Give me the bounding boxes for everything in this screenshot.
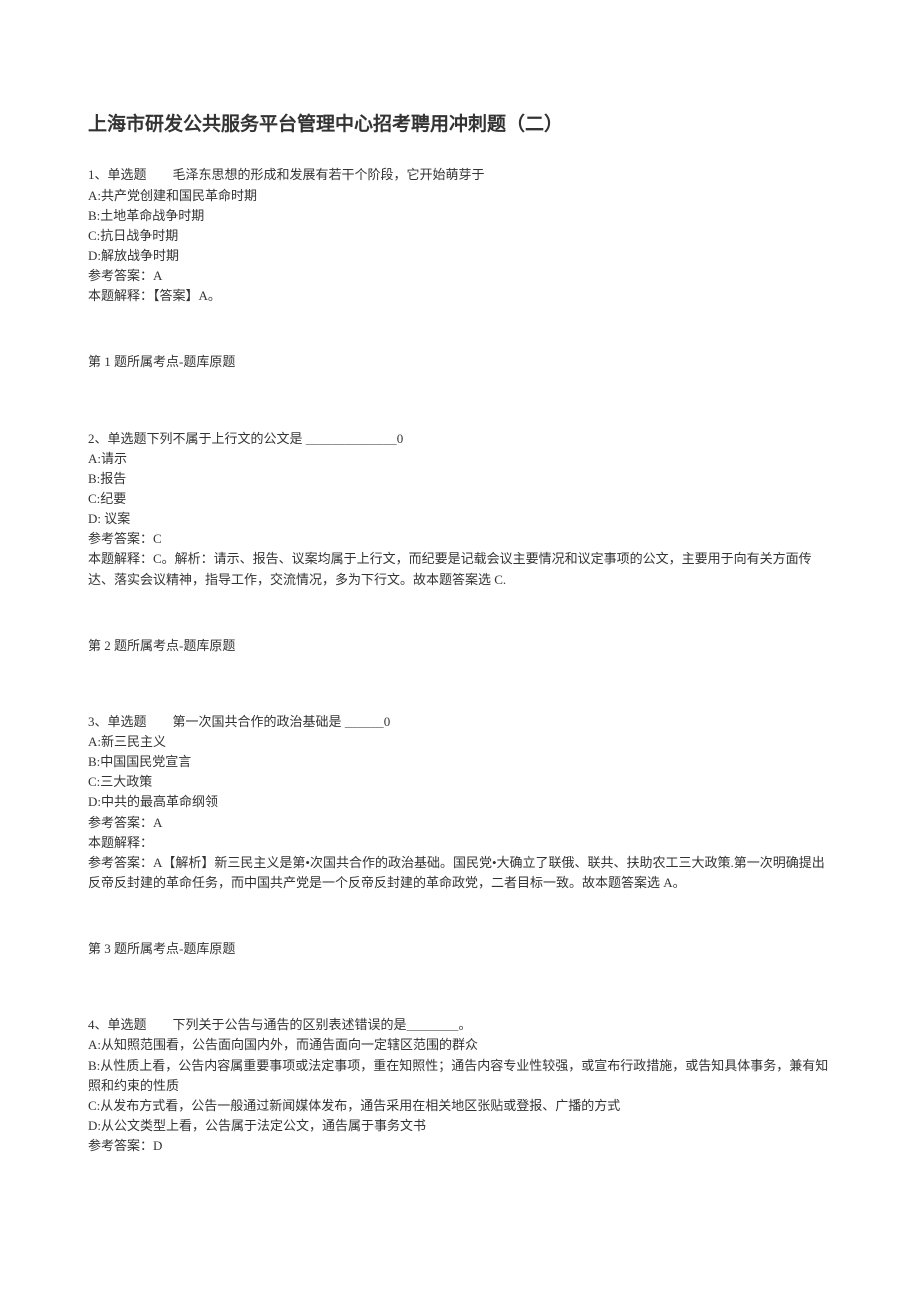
- question-stem: 3、单选题 第一次国共合作的政治基础是 ＿＿＿0: [88, 712, 832, 732]
- question-tag-3: 第 3 题所属考点-题库原题: [88, 939, 832, 959]
- question-stem: 1、单选题 毛泽东思想的形成和发展有若干个阶段，它开始萌芽于: [88, 165, 832, 185]
- question-3: 3、单选题 第一次国共合作的政治基础是 ＿＿＿0 A:新三民主义 B:中国国民党…: [88, 712, 832, 893]
- question-2: 2、单选题下列不属于上行文的公文是 ＿＿＿＿＿＿＿0 A:请示 B:报告 C:纪…: [88, 429, 832, 590]
- answer-line: 参考答案：D: [88, 1136, 832, 1156]
- question-tag-2: 第 2 题所属考点-题库原题: [88, 636, 832, 656]
- document-page: 上海市研发公共服务平台管理中心招考聘用冲刺题（二） 1、单选题 毛泽东思想的形成…: [0, 0, 920, 1230]
- option-c: C:抗日战争时期: [88, 226, 832, 246]
- answer-line: 参考答案：A: [88, 813, 832, 833]
- option-b: B:报告: [88, 469, 832, 489]
- option-b: B:中国国民党宣言: [88, 752, 832, 772]
- option-a: A:从知照范围看，公告面向国内外，而通告面向一定辖区范围的群众: [88, 1035, 832, 1055]
- option-c: C:从发布方式看，公告一般通过新闻媒体发布，通告采用在相关地区张贴或登报、广播的…: [88, 1096, 832, 1116]
- question-1: 1、单选题 毛泽东思想的形成和发展有若干个阶段，它开始萌芽于 A:共产党创建和国…: [88, 165, 832, 306]
- option-d: D:从公文类型上看，公告属于法定公文，通告属于事务文书: [88, 1116, 832, 1136]
- option-a: A:共产党创建和国民革命时期: [88, 186, 832, 206]
- option-d: D:中共的最高革命纲领: [88, 792, 832, 812]
- question-4: 4、单选题 下列关于公告与通告的区别表述错误的是＿＿＿＿。 A:从知照范围看，公…: [88, 1015, 832, 1156]
- tag-text: 第 2 题所属考点-题库原题: [88, 636, 832, 656]
- tag-text: 第 1 题所属考点-题库原题: [88, 352, 832, 372]
- option-d: D: 议案: [88, 509, 832, 529]
- answer-line: 参考答案：A: [88, 266, 832, 286]
- option-d: D:解放战争时期: [88, 246, 832, 266]
- answer-line: 参考答案：C: [88, 529, 832, 549]
- option-b: B:从性质上看，公告内容属重要事项或法定事项，重在知照性；通告内容专业性较强，或…: [88, 1056, 832, 1096]
- option-a: A:新三民主义: [88, 732, 832, 752]
- option-a: A:请示: [88, 449, 832, 469]
- question-tag-1: 第 1 题所属考点-题库原题: [88, 352, 832, 372]
- document-title: 上海市研发公共服务平台管理中心招考聘用冲刺题（二）: [88, 110, 832, 139]
- option-c: C:三大政策: [88, 772, 832, 792]
- question-stem: 4、单选题 下列关于公告与通告的区别表述错误的是＿＿＿＿。: [88, 1015, 832, 1035]
- tag-text: 第 3 题所属考点-题库原题: [88, 939, 832, 959]
- explain-line: 本题解释： 参考答案：A【解析】新三民主义是第•次国共合作的政治基础。国民党•大…: [88, 833, 832, 893]
- explain-line: 本题解释：C。解析：请示、报告、议案均属于上行文，而纪要是记载会议主要情况和议定…: [88, 549, 832, 589]
- option-b: B:土地革命战争时期: [88, 206, 832, 226]
- question-stem: 2、单选题下列不属于上行文的公文是 ＿＿＿＿＿＿＿0: [88, 429, 832, 449]
- option-c: C:纪要: [88, 489, 832, 509]
- explain-line: 本题解释：【答案】A。: [88, 286, 832, 306]
